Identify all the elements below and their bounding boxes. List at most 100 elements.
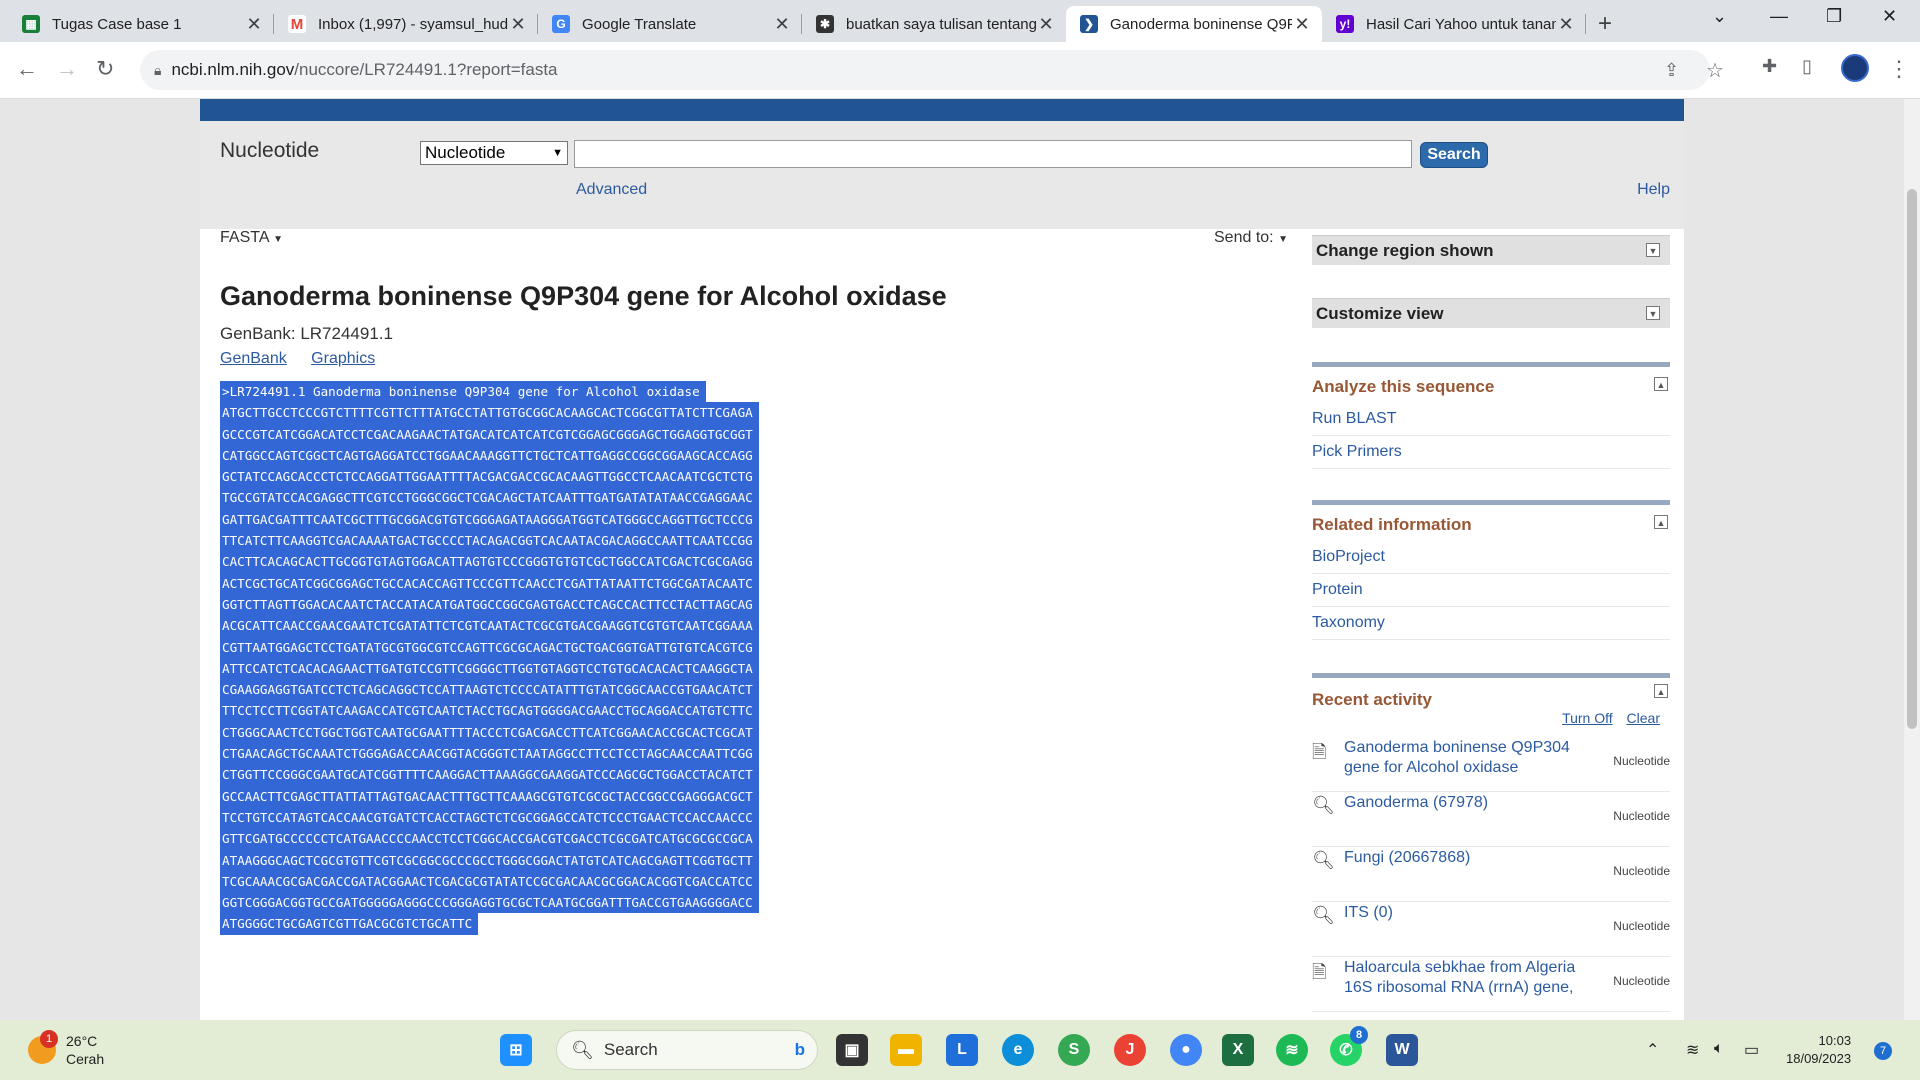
scrollbar-thumb[interactable] bbox=[1907, 189, 1917, 729]
recent-item-db: Nucleotide bbox=[1613, 809, 1670, 823]
expand-icon[interactable]: ▼ bbox=[1646, 243, 1660, 257]
clock[interactable]: 10:03 18/09/2023 bbox=[1786, 1032, 1851, 1068]
expand-icon[interactable]: ▼ bbox=[1646, 306, 1660, 320]
taskbar-search[interactable]: 🔍︎ Search b bbox=[556, 1030, 818, 1070]
fasta-sequence-line: CTGGTTCCGGGCGAATGCATCGGTTTTCAAGGACTTAAAG… bbox=[220, 764, 759, 786]
l-app-icon[interactable]: L bbox=[946, 1034, 978, 1066]
weather-widget[interactable]: 1 26°C Cerah bbox=[28, 1030, 104, 1068]
weather-badge: 1 bbox=[40, 1030, 58, 1048]
search-input[interactable] bbox=[574, 140, 1412, 168]
collapse-icon[interactable]: ▲ bbox=[1654, 684, 1668, 698]
record-title: Ganoderma boninense Q9P304 gene for Alco… bbox=[220, 281, 947, 311]
edge-icon[interactable]: e bbox=[1002, 1034, 1034, 1066]
database-select[interactable]: Nucleotide ▼ bbox=[420, 141, 568, 165]
notification-badge[interactable]: 7 bbox=[1874, 1042, 1892, 1060]
recent-item-label[interactable]: Fungi (20667868) bbox=[1344, 848, 1594, 868]
recent-item-label[interactable]: Haloarcula sebkhae from Algeria 16S ribo… bbox=[1344, 958, 1606, 998]
collapse-icon[interactable]: ▲ bbox=[1654, 377, 1668, 391]
whatsapp-icon[interactable]: ✆ 8 bbox=[1330, 1026, 1368, 1066]
tray-chevron-icon[interactable]: ⌃ bbox=[1646, 1040, 1659, 1060]
tab-ganoderma[interactable]: ❯ Ganoderma boninense Q9P304 ✕ bbox=[1066, 6, 1322, 42]
restore-icon[interactable]: ❐ bbox=[1826, 6, 1842, 27]
bookmark-star-icon[interactable]: ☆ bbox=[1706, 58, 1724, 83]
side-panel-icon[interactable]: ▯ bbox=[1802, 56, 1812, 77]
taxonomy-link[interactable]: Taxonomy bbox=[1312, 607, 1670, 640]
page-scrollbar[interactable] bbox=[1904, 99, 1920, 1020]
minimize-icon[interactable]: — bbox=[1770, 6, 1788, 27]
forward-icon[interactable]: → bbox=[56, 56, 78, 82]
format-menu[interactable]: FASTA ▼ bbox=[220, 229, 283, 247]
close-icon[interactable]: ✕ bbox=[244, 14, 264, 35]
recent-item[interactable]: 🔍︎ Fungi (20667868) Nucleotide bbox=[1312, 846, 1670, 902]
close-icon[interactable]: ✕ bbox=[508, 14, 528, 35]
tab-buatkan[interactable]: ✱ buatkan saya tulisan tentang ✕ bbox=[802, 6, 1066, 42]
recent-item-label[interactable]: Ganoderma (67978) bbox=[1344, 793, 1594, 813]
recent-item-label[interactable]: Ganoderma boninense Q9P304 gene for Alco… bbox=[1344, 738, 1594, 778]
related-title: Related information bbox=[1312, 515, 1472, 534]
recent-item[interactable]: 🗎︎ Haloarcula sebkhae from Algeria 16S r… bbox=[1312, 956, 1670, 1012]
share-icon[interactable]: ⇪ bbox=[1664, 60, 1679, 81]
advanced-link[interactable]: Advanced bbox=[576, 181, 647, 199]
recent-item[interactable]: 🗎︎ Ganoderma boninense Q9P304 gene for A… bbox=[1312, 736, 1670, 792]
change-region-header[interactable]: Change region shown ▼ bbox=[1312, 235, 1670, 265]
tab-search-icon[interactable]: ⌄ bbox=[1712, 6, 1727, 27]
clock-date: 18/09/2023 bbox=[1786, 1051, 1852, 1066]
fasta-sequence-line: GATTGACGATTTCAATCGCTTTGCGGACGTGTCGGGAGAT… bbox=[220, 508, 759, 531]
close-icon[interactable]: ✕ bbox=[1292, 14, 1312, 35]
tab-google-translate[interactable]: G Google Translate ✕ bbox=[538, 6, 802, 42]
fasta-sequence-line: TGCCGTATCCACGAGGCTTCGTCCTGGGCGGCTCGACAGC… bbox=[220, 487, 759, 509]
tab-gmail[interactable]: M Inbox (1,997) - syamsul_huda ✕ bbox=[274, 6, 538, 42]
battery-icon[interactable]: ▭ bbox=[1744, 1040, 1759, 1060]
bing-icon: b bbox=[794, 1040, 805, 1059]
wifi-icon[interactable]: ≋ bbox=[1686, 1040, 1699, 1060]
send-to-menu[interactable]: Send to: ▼ bbox=[1214, 229, 1288, 247]
protein-link[interactable]: Protein bbox=[1312, 574, 1670, 607]
turn-off-link[interactable]: Turn Off bbox=[1562, 710, 1613, 726]
bioproject-link[interactable]: BioProject bbox=[1312, 541, 1670, 574]
address-bar[interactable]: 🔒︎ ncbi.nlm.nih.gov/nuccore/LR724491.1?r… bbox=[140, 50, 1724, 90]
chrome-active-icon[interactable]: ● bbox=[1170, 1034, 1202, 1066]
lock-icon[interactable]: 🔒︎ bbox=[154, 62, 161, 79]
spotify-icon[interactable]: ≋ bbox=[1276, 1034, 1308, 1066]
run-blast-link[interactable]: Run BLAST bbox=[1312, 403, 1670, 436]
close-window-icon[interactable]: ✕ bbox=[1882, 6, 1897, 27]
tab-yahoo[interactable]: y! Hasil Cari Yahoo untuk tanaman ✕ bbox=[1322, 6, 1586, 42]
help-link[interactable]: Help bbox=[1637, 181, 1670, 199]
clear-link[interactable]: Clear bbox=[1627, 710, 1660, 726]
recent-item-db: Nucleotide bbox=[1613, 919, 1670, 933]
recent-item-label[interactable]: ITS (0) bbox=[1344, 903, 1594, 923]
fasta-sequence-line: GCCCGTCATCGGACATCCTCGACAAGAACTATGACATCAT… bbox=[220, 423, 759, 445]
recent-item[interactable]: 🔍︎ ITS (0) Nucleotide bbox=[1312, 901, 1670, 957]
extensions-icon[interactable]: ✚ bbox=[1762, 56, 1777, 77]
ncbi-content: Nucleotide Nucleotide ▼ Search Advanced … bbox=[200, 99, 1684, 1020]
search-button[interactable]: Search bbox=[1420, 142, 1488, 168]
pick-primers-link[interactable]: Pick Primers bbox=[1312, 436, 1670, 469]
customize-view-header[interactable]: Customize view ▼ bbox=[1312, 298, 1670, 328]
profile-avatar[interactable] bbox=[1841, 54, 1869, 82]
tab-title: Inbox (1,997) - syamsul_huda bbox=[318, 15, 508, 33]
volume-icon[interactable]: 🔈︎ bbox=[1714, 1040, 1724, 1058]
word-icon[interactable]: W bbox=[1386, 1034, 1418, 1066]
chrome-profile-j-icon[interactable]: J bbox=[1114, 1034, 1146, 1066]
graphics-link[interactable]: Graphics bbox=[311, 350, 375, 367]
collapse-icon[interactable]: ▲ bbox=[1654, 515, 1668, 529]
fasta-sequence-line: CATGGCCAGTCGGCTCAGTGAGGATCCTGGAACAAAGGTT… bbox=[220, 444, 759, 467]
file-explorer-icon[interactable]: ▬ bbox=[890, 1034, 922, 1066]
close-icon[interactable]: ✕ bbox=[772, 14, 792, 35]
task-view-icon[interactable]: ▣ bbox=[836, 1034, 868, 1066]
reload-icon[interactable]: ↻ bbox=[96, 56, 114, 82]
tab-tugas-case[interactable]: ▦ Tugas Case base 1 ✕ bbox=[8, 6, 274, 42]
search-icon: 🔍︎ bbox=[571, 1039, 594, 1060]
close-icon[interactable]: ✕ bbox=[1036, 14, 1056, 35]
excel-icon[interactable]: X bbox=[1222, 1034, 1254, 1066]
menu-icon[interactable]: ⋮ bbox=[1888, 56, 1910, 82]
chrome-profile-s-icon[interactable]: S bbox=[1058, 1034, 1090, 1066]
new-tab-button[interactable]: + bbox=[1598, 10, 1612, 38]
windows-start-icon[interactable]: ⊞ bbox=[500, 1034, 532, 1066]
close-icon[interactable]: ✕ bbox=[1556, 14, 1576, 35]
back-icon[interactable]: ← bbox=[16, 56, 38, 82]
caret-down-icon: ▼ bbox=[1278, 234, 1288, 245]
recent-item[interactable]: 🔍︎ Ganoderma (67978) Nucleotide bbox=[1312, 791, 1670, 847]
genbank-link[interactable]: GenBank bbox=[220, 350, 287, 367]
fasta-sequence[interactable]: >LR724491.1 Ganoderma boninense Q9P304 g… bbox=[220, 381, 759, 935]
